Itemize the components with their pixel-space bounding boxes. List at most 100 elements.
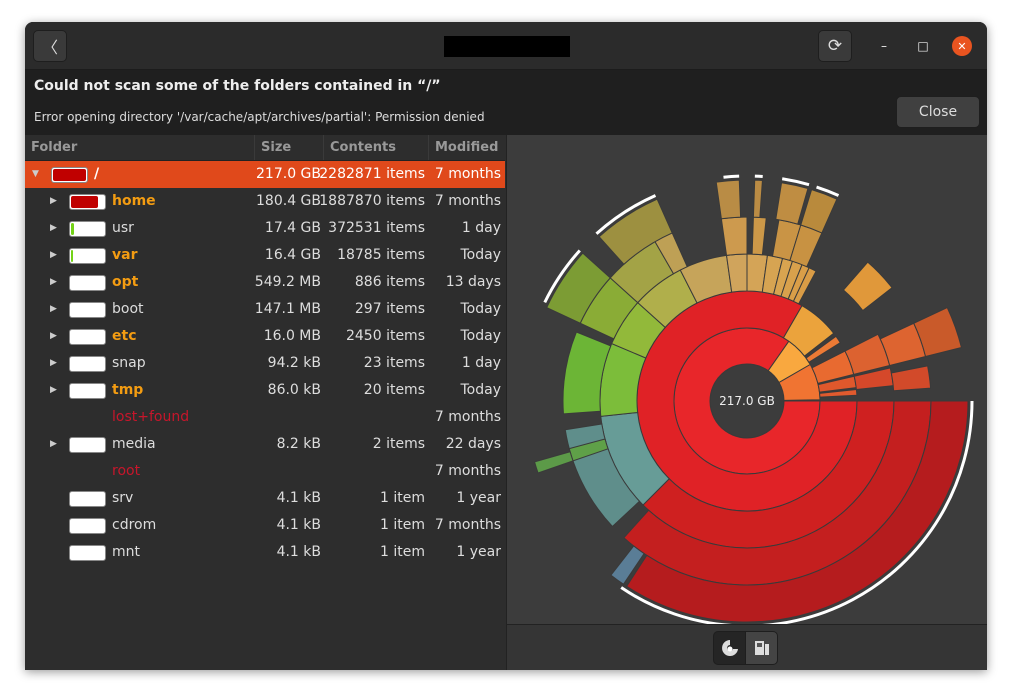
rings-chart-icon — [721, 640, 738, 656]
folder-modified: 1 year — [456, 490, 501, 506]
folder-name: home — [112, 193, 156, 209]
rings-chart[interactable]: 217.0 GB — [507, 135, 987, 628]
treemap-chart-icon — [754, 641, 769, 655]
expander-right-icon[interactable]: ▶ — [50, 385, 57, 395]
usage-bar — [69, 302, 106, 318]
folder-name: boot — [112, 301, 144, 317]
treemap-view-button[interactable] — [745, 631, 778, 665]
folder-size: 549.2 MB — [254, 274, 321, 290]
table-row[interactable]: ▶ snap 94.2 kB 23 items 1 day — [25, 350, 505, 377]
expander-right-icon[interactable]: ▶ — [50, 439, 57, 449]
ring-segment[interactable] — [720, 216, 748, 256]
header-folder[interactable]: Folder — [25, 135, 255, 160]
folder-name: lost+found — [112, 409, 190, 425]
title-bar: 〈 ⟳ – □ ✕ — [25, 22, 987, 70]
close-infobar-button[interactable]: Close — [896, 96, 980, 128]
minimize-button[interactable]: – — [874, 36, 894, 56]
folder-name: / — [94, 166, 100, 182]
expander-right-icon[interactable]: ▶ — [50, 250, 57, 260]
table-row[interactable]: ▶ tmp 86.0 kB 20 items Today — [25, 377, 505, 404]
folder-contents: 372531 items — [328, 220, 425, 236]
folder-modified: 7 months — [434, 193, 501, 209]
folder-name: cdrom — [112, 517, 157, 533]
folder-contents: 20 items — [363, 382, 425, 398]
folder-contents: 1 item — [380, 544, 425, 560]
ring-segment[interactable] — [752, 179, 763, 218]
folder-modified: 7 months — [434, 517, 501, 533]
table-row[interactable]: root 7 months — [25, 458, 505, 485]
folder-modified: Today — [460, 247, 502, 263]
folder-modified: Today — [460, 301, 502, 317]
table-row[interactable]: ▶ etc 16.0 MB 2450 items Today — [25, 323, 505, 350]
folder-name: etc — [112, 328, 137, 344]
usage-bar — [69, 356, 106, 372]
chart-panel: 217.0 GB — [506, 135, 987, 628]
folder-contents: 2 items — [372, 436, 425, 452]
view-switcher-bar — [506, 624, 987, 670]
folder-size: 86.0 kB — [267, 382, 321, 398]
error-message: Error opening directory '/var/cache/apt/… — [34, 110, 485, 124]
usage-bar — [69, 194, 106, 210]
rings-view-button[interactable] — [713, 631, 746, 665]
expander-down-icon[interactable]: ▼ — [32, 169, 39, 179]
table-row[interactable]: ▶ usr 17.4 GB 372531 items 1 day — [25, 215, 505, 242]
ring-segment[interactable] — [751, 216, 767, 256]
folder-name: var — [112, 247, 138, 263]
folder-size: 4.1 kB — [276, 490, 321, 506]
expander-right-icon[interactable]: ▶ — [50, 304, 57, 314]
folder-modified: 13 days — [445, 274, 501, 290]
refresh-icon: ⟳ — [827, 36, 843, 56]
folder-name: opt — [112, 274, 139, 290]
table-row[interactable]: ▶ home 180.4 GB 1887870 items 7 months — [25, 188, 505, 215]
ring-segment[interactable] — [715, 179, 742, 220]
table-row[interactable]: cdrom 4.1 kB 1 item 7 months — [25, 512, 505, 539]
table-row[interactable]: ▶ var 16.4 GB 18785 items Today — [25, 242, 505, 269]
folder-name: srv — [112, 490, 134, 506]
expander-right-icon[interactable]: ▶ — [50, 223, 57, 233]
table-row[interactable]: ▶ boot 147.1 MB 297 items Today — [25, 296, 505, 323]
folder-size: 180.4 GB — [256, 193, 321, 209]
folder-modified: Today — [460, 382, 502, 398]
folder-modified: 1 day — [461, 355, 501, 371]
expander-right-icon[interactable]: ▶ — [50, 196, 57, 206]
folder-size: 147.1 MB — [254, 301, 321, 317]
refresh-button[interactable]: ⟳ — [818, 30, 852, 62]
table-row[interactable]: lost+found 7 months — [25, 404, 505, 431]
folder-modified: Today — [460, 328, 502, 344]
usage-bar — [69, 437, 106, 453]
expander-right-icon[interactable]: ▶ — [50, 277, 57, 287]
folder-size: 16.0 MB — [263, 328, 321, 344]
table-row[interactable]: mnt 4.1 kB 1 item 1 year — [25, 539, 505, 566]
center-total-label: 217.0 GB — [719, 394, 775, 408]
ring-segment[interactable] — [890, 365, 932, 392]
close-window-button[interactable]: ✕ — [952, 36, 972, 56]
back-button[interactable]: 〈 — [33, 30, 67, 62]
folder-size: 4.1 kB — [276, 517, 321, 533]
table-row[interactable]: ▶ media 8.2 kB 2 items 22 days — [25, 431, 505, 458]
table-row[interactable]: srv 4.1 kB 1 item 1 year — [25, 485, 505, 512]
usage-bar — [69, 518, 106, 534]
folder-name: root — [112, 463, 141, 479]
folder-contents: 2282871 items — [319, 166, 425, 182]
folder-contents: 297 items — [354, 301, 425, 317]
folder-name: mnt — [112, 544, 140, 560]
ring-segment[interactable] — [842, 261, 893, 312]
expander-right-icon[interactable]: ▶ — [50, 358, 57, 368]
ring-segment[interactable] — [533, 451, 574, 474]
table-row[interactable]: ▼ / 217.0 GB 2282871 items 7 months — [25, 161, 505, 188]
header-modified[interactable]: Modified — [429, 135, 505, 160]
folder-contents: 1 item — [380, 490, 425, 506]
usage-bar — [69, 248, 106, 264]
usage-bar — [69, 221, 106, 237]
maximize-button[interactable]: □ — [913, 36, 933, 56]
header-contents[interactable]: Contents — [324, 135, 429, 160]
folder-contents: 886 items — [354, 274, 425, 290]
hidden-depth-marker — [723, 174, 740, 179]
table-header: Folder Size Contents Modified — [25, 135, 505, 161]
folder-name: snap — [112, 355, 146, 371]
window-title-redacted — [444, 36, 570, 57]
header-size[interactable]: Size — [255, 135, 324, 160]
table-row[interactable]: ▶ opt 549.2 MB 886 items 13 days — [25, 269, 505, 296]
folder-tree: Folder Size Contents Modified ▼ / 217.0 GB… — [25, 135, 505, 670]
expander-right-icon[interactable]: ▶ — [50, 331, 57, 341]
